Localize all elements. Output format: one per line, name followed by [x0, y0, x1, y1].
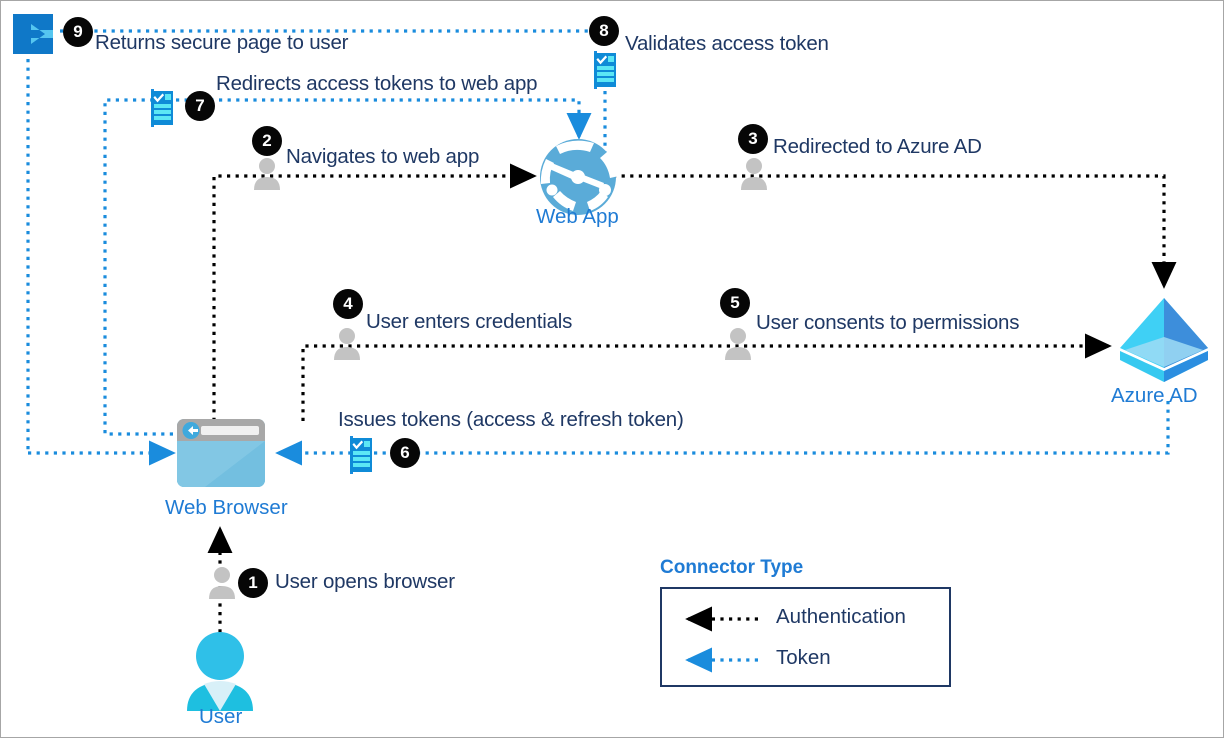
person-icon-step-4 [332, 327, 362, 361]
step-badge-8[interactable]: 8 [589, 16, 619, 46]
step-badge-2[interactable]: 2 [252, 126, 282, 156]
node-label-web-browser: Web Browser [165, 496, 288, 519]
step-badge-9[interactable]: 9 [63, 17, 93, 47]
azure-ad-icon [1120, 298, 1208, 382]
legend-connector-samples [685, 606, 758, 673]
step-badge-5[interactable]: 5 [720, 288, 750, 318]
token-icon-step-7 [149, 89, 175, 127]
browser-icon [177, 419, 265, 487]
step-label-2: Navigates to web app [286, 145, 480, 168]
step-badge-9-number: 9 [73, 22, 83, 41]
step-badge-7-number: 7 [195, 96, 205, 115]
node-label-azure-ad: Azure AD [1111, 384, 1198, 407]
step-badge-3-number: 3 [748, 129, 758, 148]
step-label-7: Redirects access tokens to web app [216, 72, 538, 95]
step-badge-6-number: 6 [400, 443, 410, 462]
legend-entry-authentication: Authentication [776, 605, 906, 628]
step-badge-4-number: 4 [343, 294, 353, 313]
connector-layer [13, 14, 1208, 711]
globe-icon [540, 139, 619, 215]
step-badge-3[interactable]: 3 [738, 124, 768, 154]
person-icon-step-2 [252, 157, 282, 191]
token-icon-step-6 [348, 436, 374, 474]
step-label-8: Validates access token [625, 32, 829, 55]
step-label-5: User consents to permissions [756, 311, 1020, 334]
step-badge-1[interactable]: 1 [238, 568, 268, 598]
token-icon-step-8 [592, 51, 618, 89]
step-label-4: User enters credentials [366, 310, 573, 333]
node-label-user: User [199, 705, 243, 728]
node-label-web-app: Web App [536, 205, 619, 228]
diagram-canvas: 1 2 3 4 5 6 7 8 9 Returns secure page to… [0, 0, 1224, 738]
step-label-6: Issues tokens (access & refresh token) [338, 408, 684, 431]
step-badge-2-number: 2 [262, 131, 272, 150]
step-label-1: User opens browser [275, 570, 455, 593]
step-badge-5-number: 5 [730, 293, 740, 312]
step-badge-1-number: 1 [248, 573, 258, 592]
step-badge-8-number: 8 [599, 21, 609, 40]
person-icon-step-5 [723, 327, 753, 361]
step-badge-6[interactable]: 6 [390, 438, 420, 468]
step-label-3: Redirected to Azure AD [773, 135, 982, 158]
connector-step-2 [212, 163, 537, 421]
person-icon-step-3 [739, 157, 769, 191]
step-badge-4[interactable]: 4 [333, 289, 363, 319]
legend-entry-token: Token [776, 646, 831, 669]
legend-title: Connector Type [660, 557, 804, 578]
step-label-9: Returns secure page to user [95, 31, 349, 54]
step-badge-7[interactable]: 7 [185, 91, 215, 121]
secure-page-icon [13, 14, 53, 54]
user-avatar-icon [187, 632, 253, 711]
connector-step-3 [613, 174, 1177, 289]
person-icon-step-1 [207, 566, 237, 600]
legend-box [660, 587, 951, 687]
